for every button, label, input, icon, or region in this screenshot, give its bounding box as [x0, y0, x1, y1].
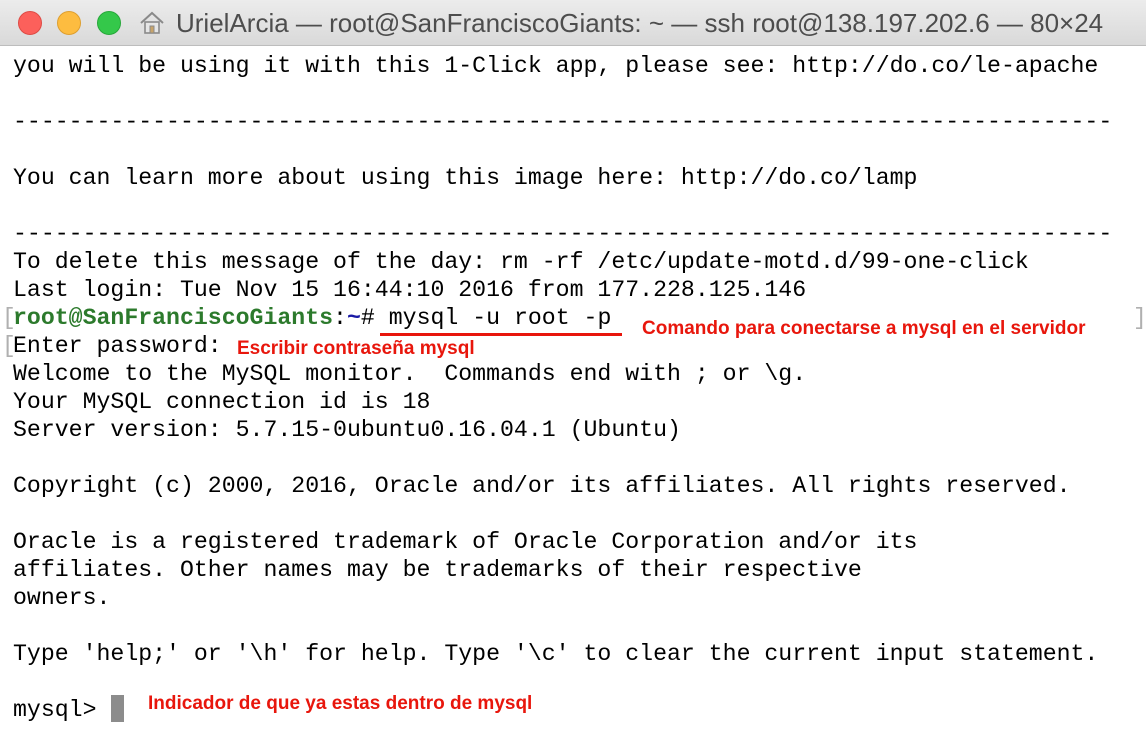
- close-button[interactable]: [18, 11, 42, 35]
- home-icon: [140, 11, 164, 34]
- terminal-line: Copyright (c) 2000, 2016, Oracle and/or …: [13, 473, 1071, 499]
- terminal-window: UrielArcia — root@SanFranciscoGiants: ~ …: [0, 0, 1146, 733]
- terminal-line: Welcome to the MySQL monitor. Commands e…: [13, 361, 807, 387]
- prompt-user: root@SanFranciscoGiants: [13, 305, 334, 331]
- separator-line: ----------------------------------------…: [13, 221, 1113, 247]
- terminal-line: Type 'help;' or '\h' for help. Type '\c'…: [13, 641, 1099, 667]
- typed-command: mysql -u root -p: [388, 305, 612, 331]
- window-title-group: UrielArcia — root@SanFranciscoGiants: ~ …: [138, 0, 1103, 46]
- mysql-prompt: mysql>: [13, 697, 111, 723]
- terminal-content[interactable]: you will be using it with this 1-Click a…: [0, 46, 1146, 733]
- terminal-line: To delete this message of the day: rm -r…: [13, 249, 1029, 275]
- terminal-line: owners.: [13, 585, 111, 611]
- separator-line: ----------------------------------------…: [13, 109, 1113, 135]
- terminal-line: you will be using it with this 1-Click a…: [13, 53, 1099, 79]
- terminal-line: Last login: Tue Nov 15 16:44:10 2016 fro…: [13, 277, 807, 303]
- title-bar[interactable]: UrielArcia — root@SanFranciscoGiants: ~ …: [0, 0, 1146, 46]
- window-title: UrielArcia — root@SanFranciscoGiants: ~ …: [176, 7, 1104, 38]
- mark-bracket-right: ]: [1133, 305, 1146, 331]
- prompt-annotation: Indicador de que ya estas dentro de mysq…: [148, 693, 533, 714]
- terminal-cursor[interactable]: [111, 695, 124, 722]
- terminal-line: affiliates. Other names may be trademark…: [13, 557, 862, 583]
- command-underline: [380, 333, 622, 336]
- terminal-line: You can learn more about using this imag…: [13, 165, 918, 191]
- prompt-path: ~: [346, 305, 361, 331]
- command-annotation: Comando para conectarse a mysql en el se…: [642, 318, 1086, 339]
- password-annotation: Escribir contraseña mysql: [237, 338, 475, 359]
- shell-prompt-line: root@SanFranciscoGiants:~# mysql -u root…: [13, 304, 611, 332]
- minimize-button[interactable]: [57, 11, 81, 35]
- terminal-line: Your MySQL connection id is 18: [13, 389, 431, 415]
- prompt-hash: #: [360, 305, 389, 331]
- password-prompt-line: Enter password:: [13, 333, 236, 359]
- maximize-button[interactable]: [97, 11, 121, 35]
- terminal-line: Server version: 5.7.15-0ubuntu0.16.04.1 …: [13, 417, 681, 443]
- prompt-colon: :: [333, 305, 347, 331]
- terminal-line: Oracle is a registered trademark of Orac…: [13, 529, 918, 555]
